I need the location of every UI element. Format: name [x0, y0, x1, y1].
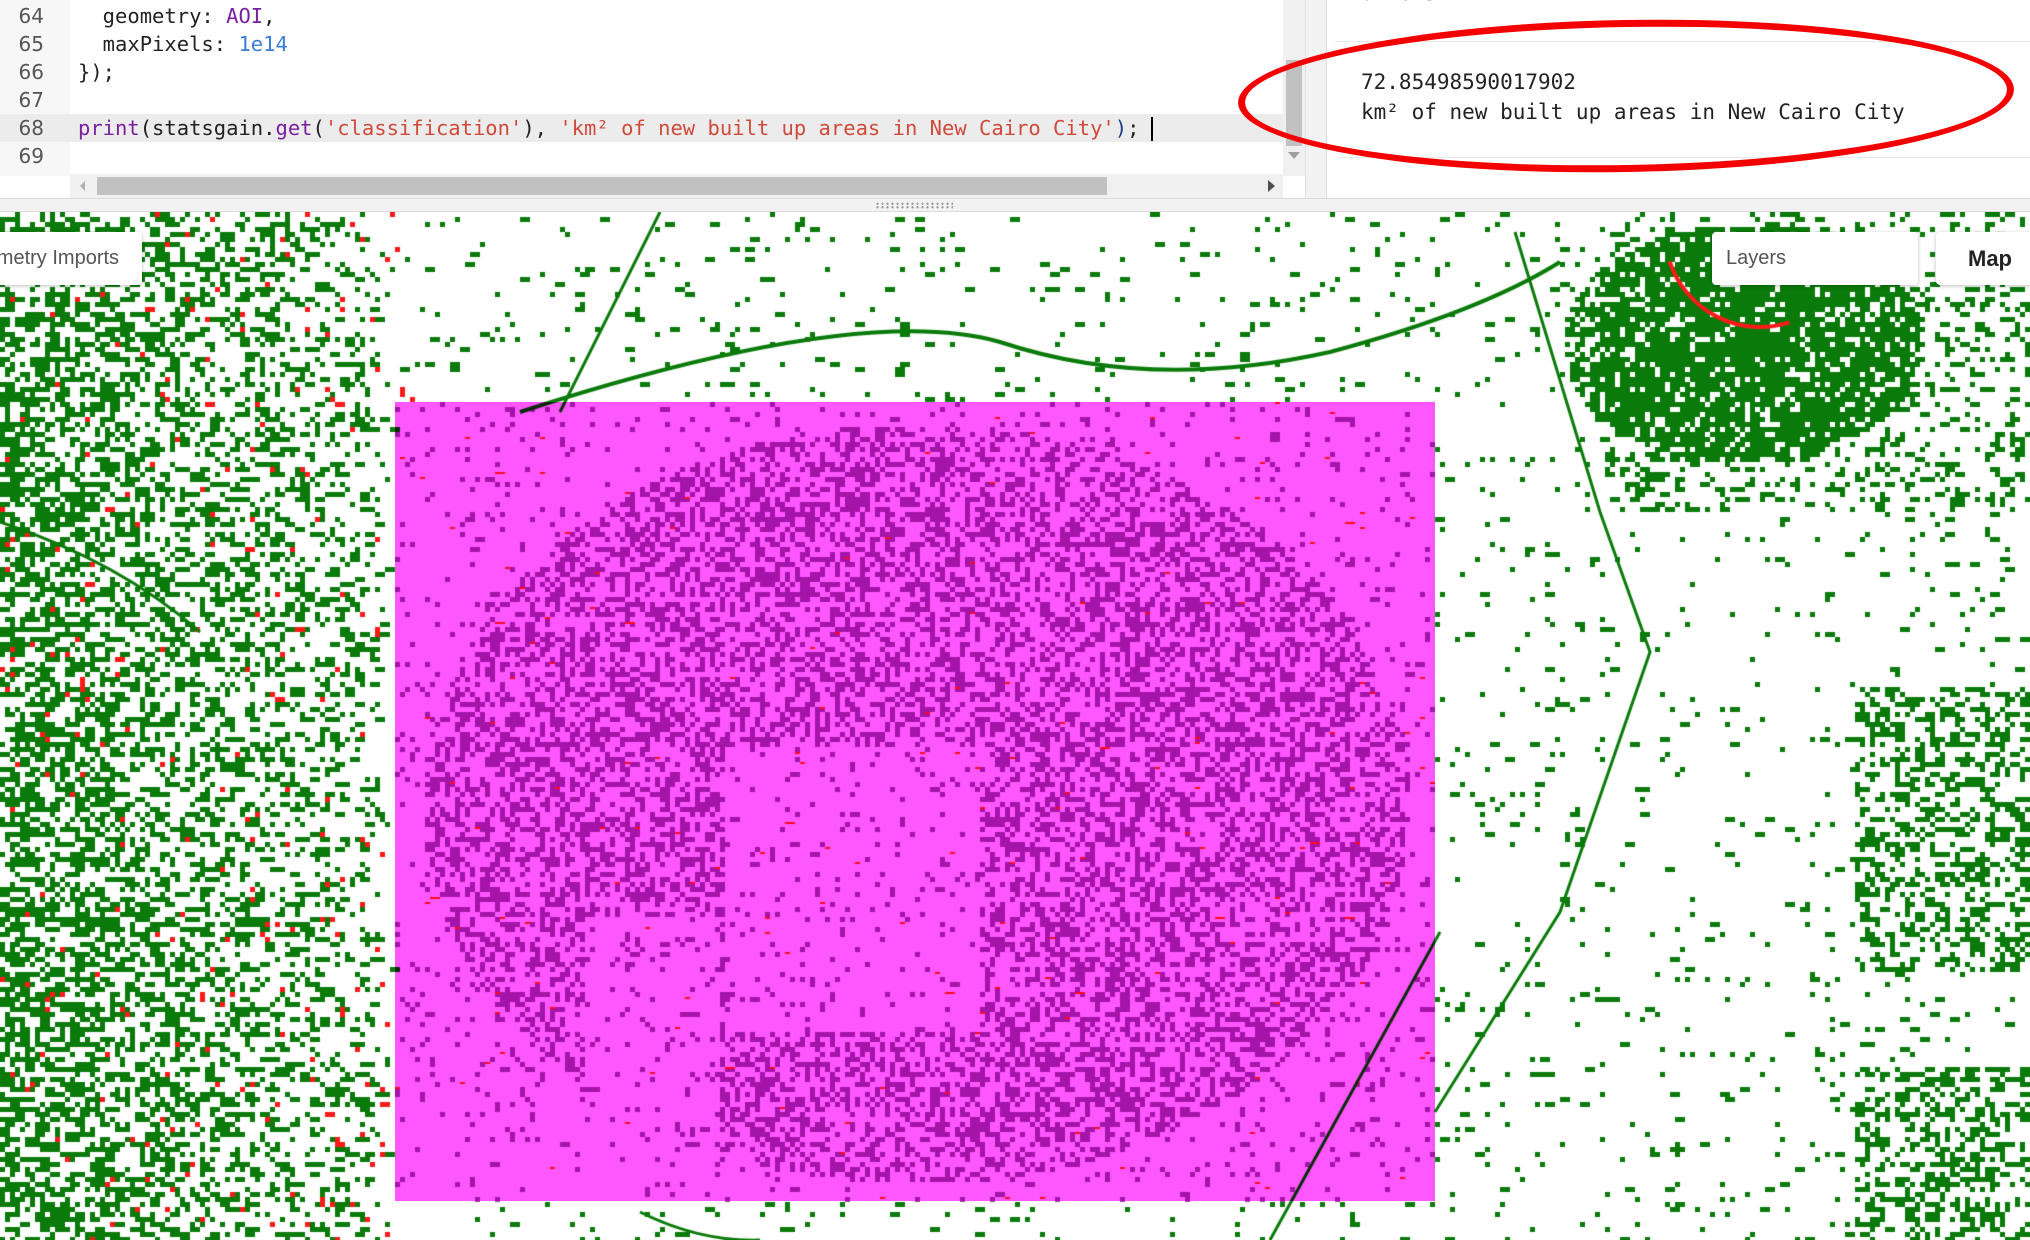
console-panel: 87.675 72.85498590017902 km² of new buil… — [1327, 0, 2030, 198]
geometry-imports-label: Geometry Imports — [0, 247, 120, 269]
scroll-right-arrow-icon[interactable] — [1268, 180, 1275, 192]
layers-button[interactable]: Layers — [1712, 232, 1918, 285]
code-line[interactable]: geometry: AOI, — [78, 2, 276, 30]
geometry-imports-button[interactable]: Geometry Imports — [0, 232, 142, 285]
line-number: 65 — [18, 32, 44, 56]
console-entry: 72.85498590017902 km² of new built up ar… — [1335, 42, 2030, 158]
editor-horizontal-scrollbar[interactable] — [70, 174, 1283, 198]
code-token: ( — [312, 116, 325, 140]
code-token: , — [263, 4, 276, 28]
console-entry: 87.675 — [1335, 0, 2030, 42]
code-token: (statsgain. — [139, 116, 276, 140]
aoi-polygon[interactable] — [395, 402, 1435, 1201]
code-token: 'classification' — [324, 116, 523, 140]
console-output-label: km² of new built up areas in New Cairo C… — [1361, 100, 1905, 124]
code-token: 'km² of new built up areas in New Cairo … — [559, 116, 1115, 140]
scroll-down-arrow-icon[interactable] — [1288, 152, 1300, 159]
code-token: ; — [1127, 116, 1140, 140]
code-token: }); — [78, 60, 116, 84]
text-cursor — [1151, 117, 1154, 141]
editor-console-divider[interactable] — [1305, 0, 1327, 198]
line-number: 68 — [0, 114, 70, 142]
drag-grip-icon[interactable] — [875, 202, 953, 209]
map-type-label: Map — [1968, 245, 2012, 271]
code-line[interactable]: maxPixels: 1e14 — [78, 30, 288, 58]
line-number: 69 — [18, 144, 44, 168]
code-line[interactable]: print(statsgain.get('classification'), '… — [70, 114, 1285, 142]
code-editor[interactable]: 64 65 66 67 68 69 geometry: AOI, maxPixels: 1… — [0, 0, 1305, 198]
map-view[interactable]: Geometry Imports Layers Map — [0, 212, 2030, 1240]
scroll-left-arrow-icon[interactable] — [80, 181, 85, 191]
line-number: 67 — [18, 88, 44, 112]
code-token: maxPixels: — [78, 32, 239, 56]
layers-label: Layers — [1726, 247, 1787, 269]
map-type-button[interactable]: Map — [1936, 232, 2030, 285]
line-number-gutter: 64 65 66 67 68 69 — [0, 0, 70, 176]
code-token: geometry: — [78, 4, 227, 28]
panel-splitter[interactable] — [0, 198, 2030, 212]
code-token: print — [78, 116, 140, 140]
code-token: get — [275, 116, 313, 140]
editor-vertical-scrollbar[interactable] — [1283, 0, 1305, 176]
console-output-value: 87.675 — [1335, 0, 2030, 8]
code-line[interactable]: }); — [78, 58, 115, 86]
line-number: 66 — [18, 60, 44, 84]
code-token: AOI — [226, 4, 264, 28]
line-number: 64 — [18, 4, 44, 28]
console-output-value: 72.85498590017902 — [1361, 70, 1576, 94]
editor-vertical-scroll-thumb[interactable] — [1286, 60, 1302, 146]
code-token: ), — [522, 116, 560, 140]
code-token: 1e14 — [238, 32, 288, 56]
editor-horizontal-scroll-thumb[interactable] — [97, 177, 1107, 195]
code-token: ) — [1114, 116, 1128, 140]
